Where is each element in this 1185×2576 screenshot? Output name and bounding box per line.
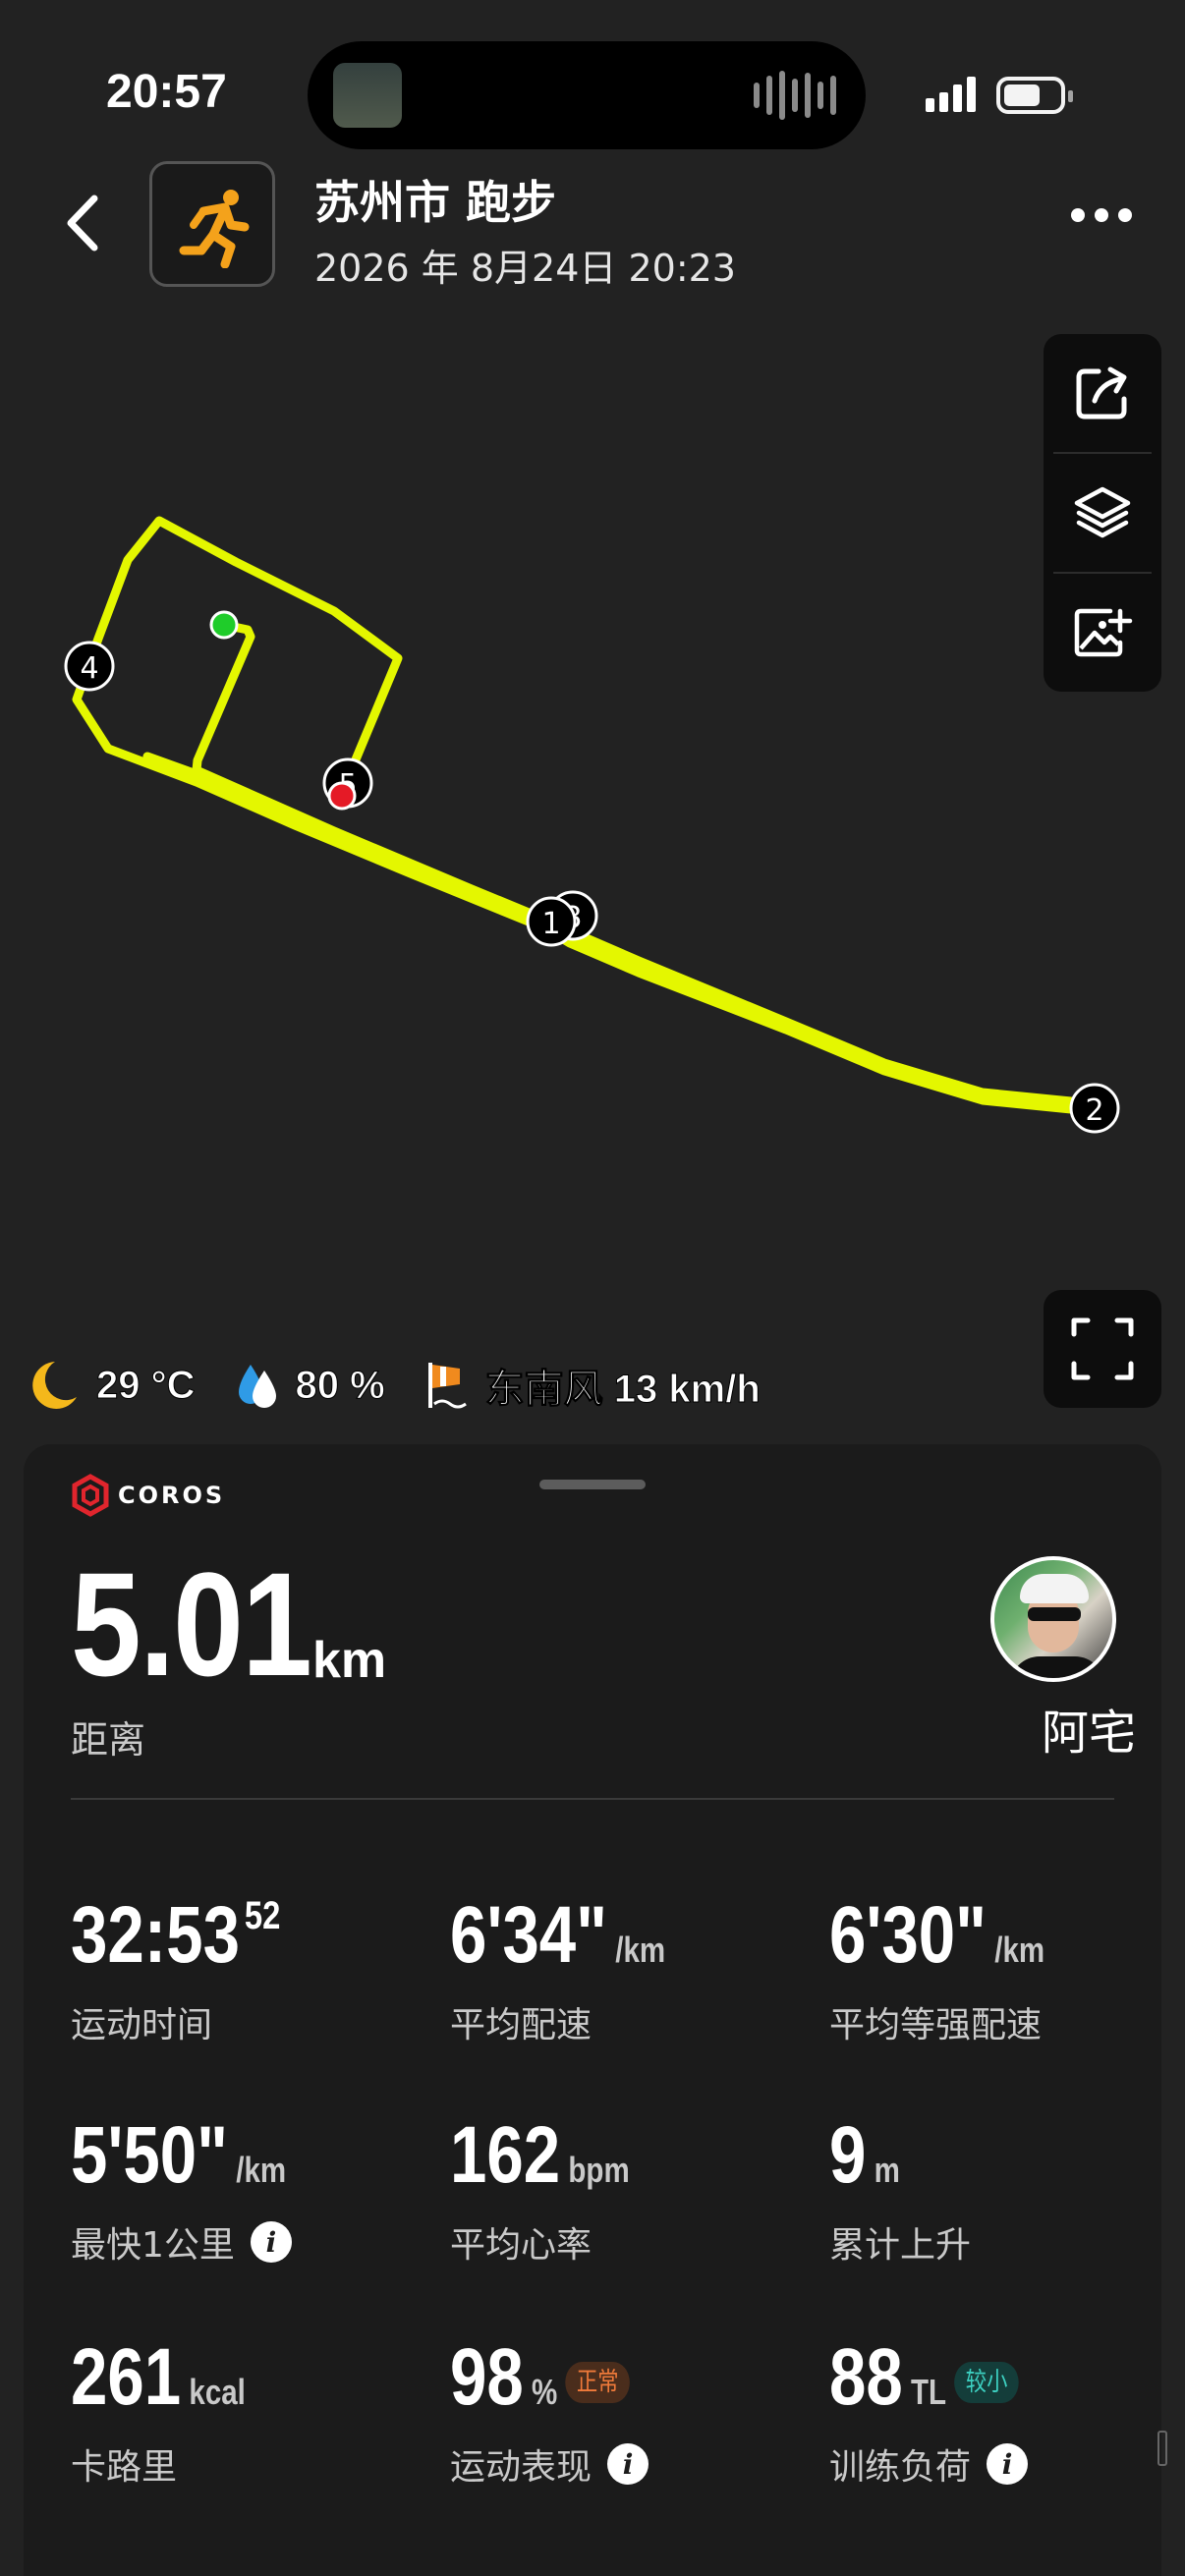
stat-value: 162 bpm <box>450 2110 630 2200</box>
stat-label: 最快1公里 i <box>71 2216 292 2268</box>
side-handle[interactable] <box>1157 2431 1167 2466</box>
temperature-item: 29 °C <box>26 1358 196 1413</box>
stat-fastest-km: 5'50"/km 最快1公里 i <box>71 2106 424 2266</box>
brand-logo: COROS <box>71 1474 225 1517</box>
route-track: 4 5 3 1 2 <box>64 516 1120 1134</box>
km-marker: 4 <box>64 641 115 692</box>
activity-datetime: 2026 年 8月24日 20:23 <box>314 247 736 290</box>
status-badge: 较小 <box>954 2362 1019 2404</box>
avatar[interactable] <box>990 1556 1116 1682</box>
chevron-left-icon <box>67 195 98 252</box>
info-icon[interactable]: i <box>607 2443 649 2485</box>
info-icon[interactable]: i <box>250 2221 292 2263</box>
humidity-text: 80 % <box>295 1363 385 1407</box>
add-photo-button[interactable] <box>1044 574 1161 692</box>
stat-label: 平均等强配速 <box>829 2005 1043 2045</box>
stat-label: 运动表现 i <box>450 2438 649 2490</box>
fullscreen-button[interactable] <box>1044 1290 1161 1408</box>
stat-value: 6'34"/km <box>450 1890 666 1980</box>
coros-logo-icon <box>72 1474 109 1517</box>
distance-value: 5.01 <box>71 1541 312 1707</box>
wind-item: 东南风 13 km/h <box>424 1357 761 1414</box>
svg-text:4: 4 <box>80 651 98 686</box>
stat-label: 卡路里 <box>71 2447 178 2488</box>
status-bar: 20:57 <box>0 0 1185 149</box>
running-person-icon <box>179 190 250 268</box>
now-playing-thumbnail <box>333 63 402 128</box>
fullscreen-icon <box>1071 1317 1134 1380</box>
share-button[interactable] <box>1044 334 1161 452</box>
status-time: 20:57 <box>106 66 227 118</box>
stat-avg-heart-rate: 162 bpm 平均心率 <box>450 2106 804 2266</box>
svg-text:1: 1 <box>541 907 560 941</box>
moon-icon <box>32 1362 77 1409</box>
more-options-button[interactable] <box>1071 208 1140 232</box>
temperature-text: 29 °C <box>96 1363 196 1407</box>
activity-type-badge <box>149 161 275 287</box>
username: 阿宅 <box>1041 1706 1136 1761</box>
distance-unit: km <box>312 1632 387 1689</box>
humidity-item: 80 % <box>235 1361 385 1410</box>
stat-performance: 98% 正常 运动表现 i <box>450 2328 804 2488</box>
map-toolbar <box>1044 334 1161 692</box>
more-dot-icon <box>1095 208 1108 222</box>
windsock-icon <box>427 1363 467 1409</box>
stat-duration: 32:53 52 运动时间 <box>71 1886 424 2045</box>
battery-icon <box>996 77 1073 114</box>
layers-icon <box>1074 486 1131 538</box>
stat-value: 261 kcal <box>71 2332 246 2422</box>
audio-wave-icon <box>754 71 836 120</box>
more-dot-icon <box>1118 208 1132 222</box>
wind-text: 东南风 13 km/h <box>484 1368 761 1412</box>
drag-handle[interactable] <box>539 1480 646 1489</box>
stat-label: 累计上升 <box>829 2225 972 2266</box>
end-point-marker <box>327 781 357 811</box>
dynamic-island[interactable] <box>308 41 866 149</box>
brand-name: COROS <box>118 1482 226 1509</box>
stat-adjusted-pace: 6'30"/km 平均等强配速 <box>829 1886 1183 2045</box>
stat-training-load: 88 TL 较小 训练负荷 i <box>829 2328 1183 2488</box>
stat-calories: 261 kcal 卡路里 <box>71 2328 424 2488</box>
route-map[interactable]: 4 5 3 1 2 <box>0 295 1185 1415</box>
stat-label: 平均配速 <box>450 2005 592 2045</box>
km-marker: 2 <box>1069 1083 1120 1134</box>
activity-title: 苏州市 跑步 <box>314 176 557 229</box>
weather-bar: 29 °C 80 % 东南风 13 km/h <box>26 1356 800 1415</box>
map-layers-button[interactable] <box>1044 454 1161 572</box>
divider <box>71 1798 1114 1800</box>
start-point-marker <box>209 610 239 640</box>
distance-label: 距离 <box>71 1718 146 1762</box>
cellular-signal-icon <box>926 77 976 112</box>
summary-panel[interactable]: COROS 5.01 km 距离 阿宅 32:53 52 运动时间 6'34"/k… <box>24 1444 1161 2576</box>
share-icon <box>1076 366 1127 420</box>
km-marker: 1 <box>526 896 577 947</box>
info-icon[interactable]: i <box>987 2443 1029 2485</box>
humidity-drop-icon <box>238 1365 276 1408</box>
add-image-icon <box>1074 608 1133 657</box>
more-dot-icon <box>1071 208 1085 222</box>
stat-label: 平均心率 <box>450 2225 592 2266</box>
stat-value: 5'50"/km <box>71 2110 287 2200</box>
stat-elevation-gain: 9m 累计上升 <box>829 2106 1183 2266</box>
stat-label: 训练负荷 i <box>829 2438 1029 2490</box>
back-button[interactable] <box>59 189 108 257</box>
svg-text:2: 2 <box>1085 1093 1103 1128</box>
stat-value: 98% 正常 <box>450 2328 631 2441</box>
stat-value: 32:53 52 <box>71 1890 281 1980</box>
status-badge: 正常 <box>565 2362 631 2404</box>
stat-value: 88 TL 较小 <box>829 2328 1019 2441</box>
stat-label: 运动时间 <box>71 2005 213 2045</box>
stat-avg-pace: 6'34"/km 平均配速 <box>450 1886 804 2045</box>
stat-value: 9m <box>829 2110 900 2200</box>
stat-value: 6'30"/km <box>829 1890 1045 1980</box>
